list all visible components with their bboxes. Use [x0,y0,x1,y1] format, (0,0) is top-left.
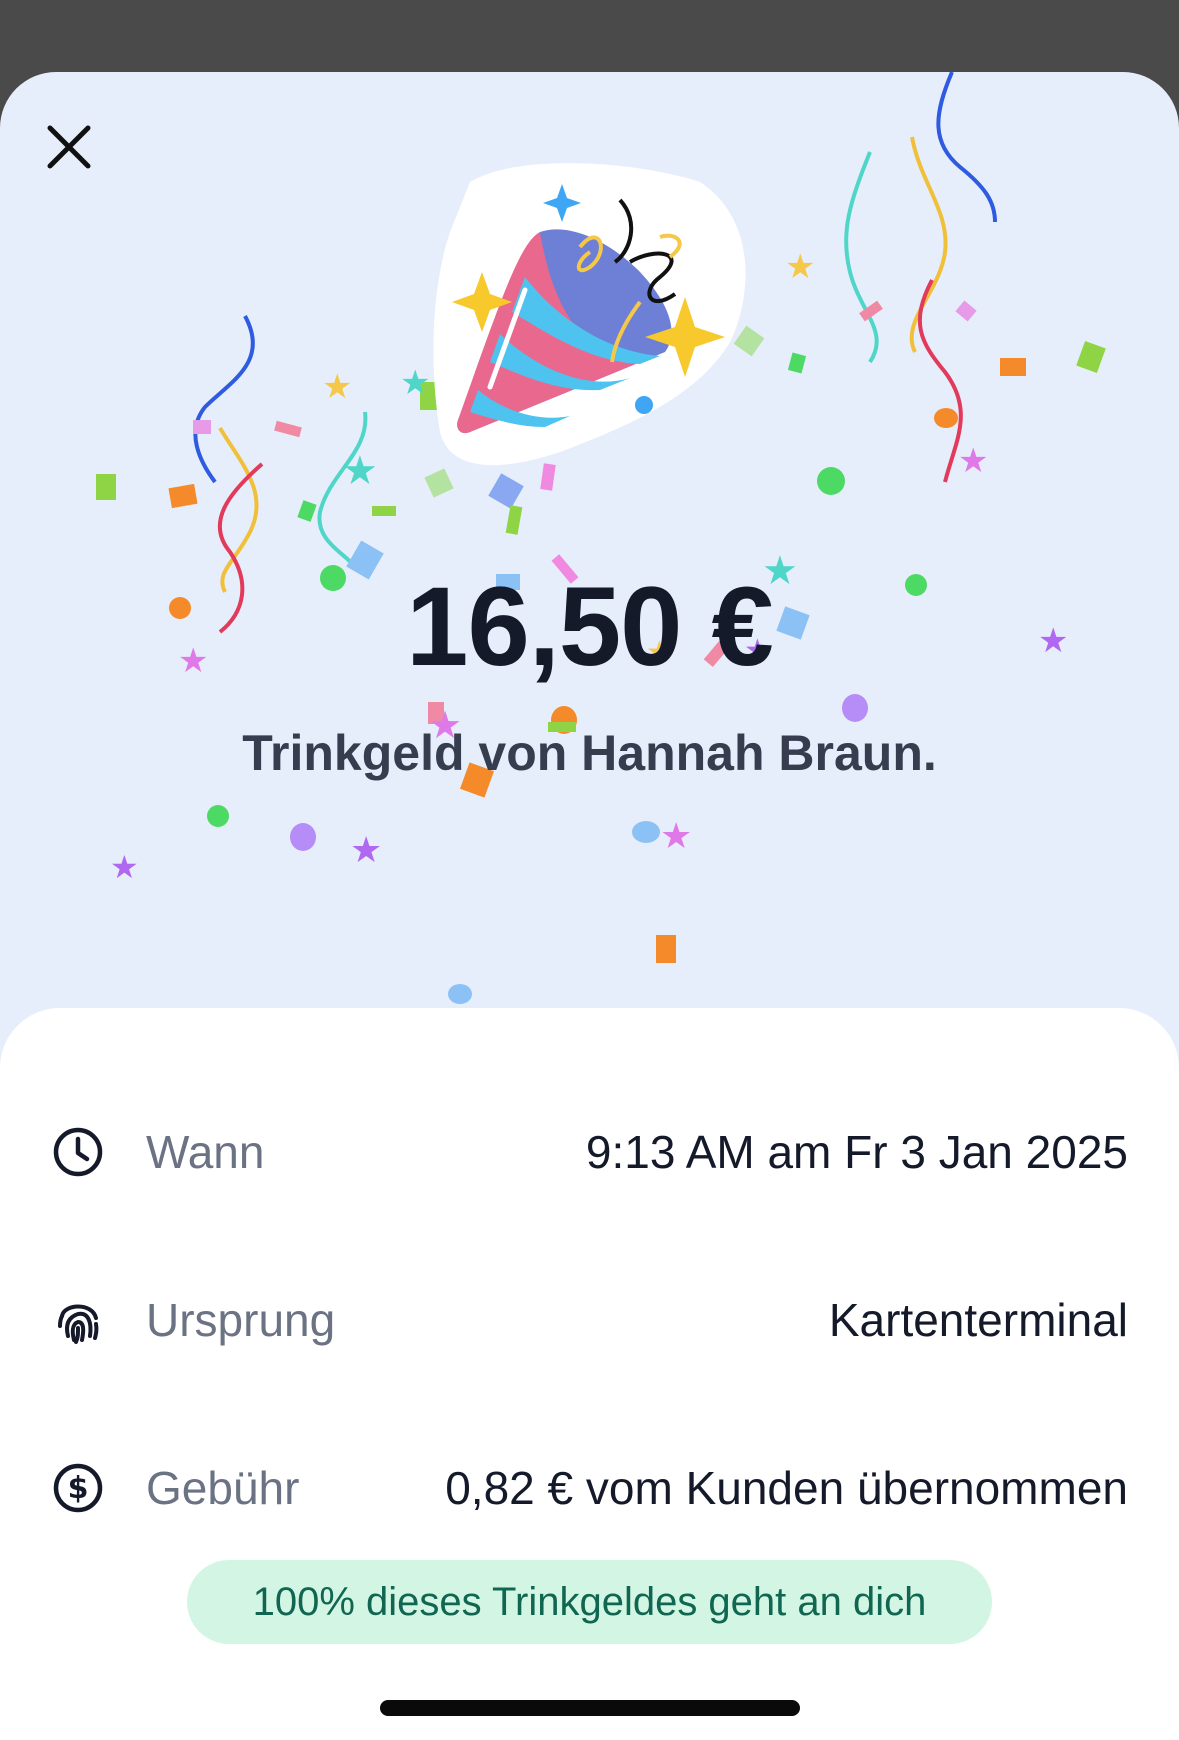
svg-text:★: ★ [660,816,692,857]
svg-text:★: ★ [322,367,352,407]
detail-value: 0,82 € vom Kunden übernommen [445,1462,1128,1514]
home-indicator[interactable] [380,1700,800,1716]
confetti-decoration: ★ ★ ★ ★ ★ ★ ★ ★ ★ ★ ★ ★ ★ ★ ★ [96,72,1106,1004]
svg-text:★: ★ [110,848,139,886]
fingerprint-icon [52,1294,104,1346]
svg-text:★: ★ [958,441,988,481]
detail-row-time: Wann 9:13 AM am Fr 3 Jan 2025 [52,1112,1128,1192]
detail-label: Gebühr [146,1462,300,1514]
clock-icon [52,1126,104,1178]
dollar-circle-icon: $ [52,1462,104,1514]
svg-text:★: ★ [785,247,815,287]
detail-row-origin: Ursprung Kartenterminal [52,1280,1128,1360]
tip-source-text: Trinkgeld von Hannah Braun. [242,725,937,781]
close-button[interactable] [38,116,100,178]
status-bar-background [0,0,1179,72]
tip-share-badge: 100% dieses Trinkgeldes geht an dich [187,1560,992,1644]
svg-text:★: ★ [400,363,430,403]
svg-text:★: ★ [350,830,382,871]
party-popper-icon [433,163,746,466]
detail-label: Ursprung [146,1294,336,1346]
detail-value: Kartenterminal [828,1294,1128,1346]
tip-detail-sheet: ★ ★ ★ ★ ★ ★ ★ ★ ★ ★ ★ ★ ★ ★ ★ [0,72,1179,1740]
close-icon [47,125,91,169]
detail-row-fee: $ Gebühr 0,82 € vom Kunden übernommen [52,1448,1128,1528]
detail-label: Wann [146,1126,265,1178]
svg-text:★: ★ [342,448,378,494]
detail-value: 9:13 AM am Fr 3 Jan 2025 [585,1126,1128,1178]
tip-amount: 16,50 € [406,564,774,689]
svg-text:$: $ [68,1471,89,1506]
